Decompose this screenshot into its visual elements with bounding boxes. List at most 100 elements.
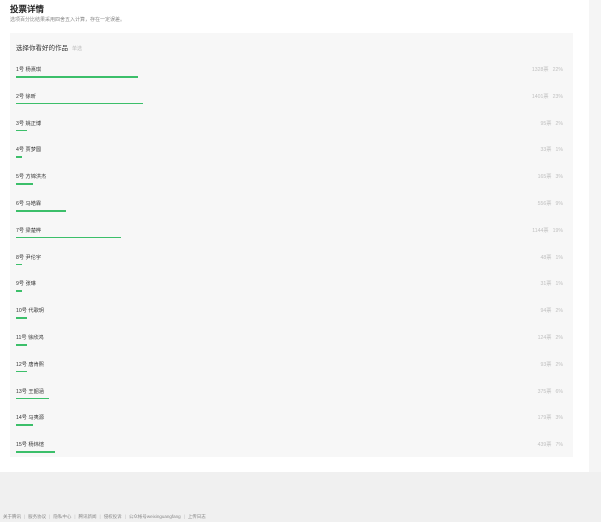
vote-percent: 23% — [552, 93, 563, 100]
option-label: 14号 马夷源 — [16, 415, 44, 422]
option-label: 7号 梁楚桦 — [16, 227, 42, 234]
footer-link[interactable]: 侵权投诉 — [104, 514, 122, 519]
option-stats: 1401票 23% — [532, 93, 563, 100]
vote-count: 1144票 — [532, 227, 549, 234]
vote-progress-track — [16, 183, 569, 185]
vote-option-row: 10号 代歌玥 94票 2% — [16, 307, 569, 333]
vote-percent: 3% — [555, 415, 564, 422]
vote-count: 556票 — [537, 201, 552, 207]
option-stats: 439票 7% — [538, 441, 563, 448]
option-stats: 375票 6% — [538, 388, 563, 395]
vote-progress-bar — [16, 317, 27, 319]
vote-progress-bar — [16, 236, 121, 239]
vote-option-row: 15号 杨炜煊 439票 7% — [16, 441, 569, 467]
footer-link[interactable]: 服务协议 — [28, 514, 46, 519]
vote-count: 165票 — [537, 174, 552, 181]
vote-percent: 2% — [555, 361, 564, 368]
option-stats: 33票 1% — [541, 146, 563, 153]
footer-link[interactable]: 关于腾讯 — [3, 514, 21, 519]
vote-progress-track — [16, 210, 569, 212]
option-label: 9号 张琳 — [16, 281, 36, 288]
vote-progress-bar — [16, 424, 33, 426]
option-stats: 94票 2% — [541, 307, 563, 314]
vote-progress-bar — [16, 129, 27, 132]
option-label: 5号 方锦洪杰 — [16, 174, 47, 181]
option-stats: 31票 1% — [541, 280, 563, 287]
single-choice-tag: 单选 — [72, 46, 83, 52]
vote-progress-track — [16, 263, 569, 266]
vote-percent: 22% — [552, 67, 563, 73]
vote-progress-track — [16, 236, 569, 239]
option-label: 6号 马皓霖 — [16, 201, 42, 207]
vote-count: 33票 — [540, 147, 552, 154]
vote-option-row: 4号 贾梦圆 33票 1% — [16, 146, 569, 172]
panel-heading: 选择你看好的作品 单选 — [16, 42, 82, 52]
vote-percent: 7% — [555, 442, 564, 449]
vote-count: 439票 — [537, 442, 552, 449]
scroll-gutter — [589, 0, 601, 472]
option-stats: 48票 1% — [541, 254, 563, 261]
footer-separator: | — [74, 514, 76, 519]
question-text: 选择你看好的作品 — [16, 45, 68, 52]
vote-progress-track — [16, 129, 569, 132]
vote-progress-bar — [16, 451, 55, 453]
vote-percent: 1% — [555, 254, 564, 261]
vote-count: 93票 — [540, 361, 552, 368]
vote-count: 124票 — [537, 335, 552, 341]
vote-progress-bar — [16, 102, 143, 105]
option-label: 3号 姚正博 — [16, 120, 42, 127]
option-label: 8号 尹伦宇 — [16, 254, 42, 261]
vote-option-row: 9号 张琳 31票 1% — [16, 280, 569, 306]
vote-option-row: 2号 徐昕 1401票 23% — [16, 93, 569, 119]
vote-progress-bar — [16, 183, 33, 185]
vote-progress-bar — [16, 156, 22, 158]
vote-progress-track — [16, 424, 569, 426]
vote-progress-track — [16, 344, 569, 346]
option-stats: 179票 3% — [538, 414, 563, 421]
vote-option-row: 13号 王韶涵 375票 6% — [16, 388, 569, 414]
footer-separator: | — [49, 514, 51, 519]
option-label: 11号 徐欣鸿 — [16, 335, 44, 341]
footer-links: 关于腾讯 | 服务协议 | 隐私中心 | 腾讯新闻 | 侵权投诉 | 公众帐号weixinguang… — [3, 514, 206, 520]
vote-progress-bar — [16, 263, 22, 266]
option-label: 10号 代歌玥 — [16, 308, 44, 315]
footer-link[interactable]: 隐私中心 — [53, 514, 71, 519]
option-stats: 165票 3% — [538, 173, 563, 180]
vote-count: 48票 — [540, 254, 552, 261]
option-stats: 124票 2% — [538, 334, 563, 341]
option-stats: 1328票 22% — [532, 66, 563, 73]
vote-count: 31票 — [540, 281, 552, 288]
footer-link[interactable]: 上传日志 — [188, 514, 206, 519]
vote-option-row: 8号 尹伦宇 48票 1% — [16, 254, 569, 280]
vote-percent: 3% — [555, 174, 564, 181]
vote-percent: 19% — [552, 227, 563, 234]
vote-option-row: 3号 姚正博 95票 2% — [16, 120, 569, 146]
option-label: 2号 徐昕 — [16, 93, 36, 100]
footer-separator: | — [183, 514, 185, 519]
vote-progress-track — [16, 102, 569, 105]
vote-option-row: 12号 唐肯熙 93票 2% — [16, 361, 569, 387]
vote-count: 1401票 — [531, 93, 549, 100]
vote-progress-bar — [16, 370, 27, 373]
vote-count: 95票 — [540, 120, 552, 127]
footer-link[interactable]: 腾讯新闻 — [79, 514, 97, 519]
vote-option-row: 14号 马夷源 179票 3% — [16, 414, 569, 440]
vote-count: 94票 — [540, 308, 552, 315]
footer-separator: | — [99, 514, 101, 519]
vote-detail-card: 投票详情 选项百分比结果采用四舍五入计算，存在一定误差。 选择你看好的作品 单选 … — [0, 0, 589, 472]
vote-progress-bar — [16, 210, 66, 212]
vote-option-row: 11号 徐欣鸿 124票 2% — [16, 334, 569, 360]
vote-percent: 2% — [555, 335, 564, 341]
vote-percent: 6% — [555, 388, 564, 395]
page-title: 投票详情 — [10, 4, 45, 14]
vote-percent: 9% — [555, 201, 564, 207]
footer-separator: | — [24, 514, 26, 519]
vote-option-row: 1号 杨熹琪 1328票 22% — [16, 66, 569, 92]
vote-progress-track — [16, 397, 569, 400]
option-stats: 95票 2% — [541, 120, 563, 127]
vote-progress-track — [16, 370, 569, 373]
footer-link[interactable]: 公众帐号weixinguangfang — [129, 514, 181, 519]
vote-option-row: 6号 马皓霖 556票 9% — [16, 200, 569, 226]
vote-progress-bar — [16, 397, 49, 400]
vote-progress-track — [16, 76, 569, 78]
